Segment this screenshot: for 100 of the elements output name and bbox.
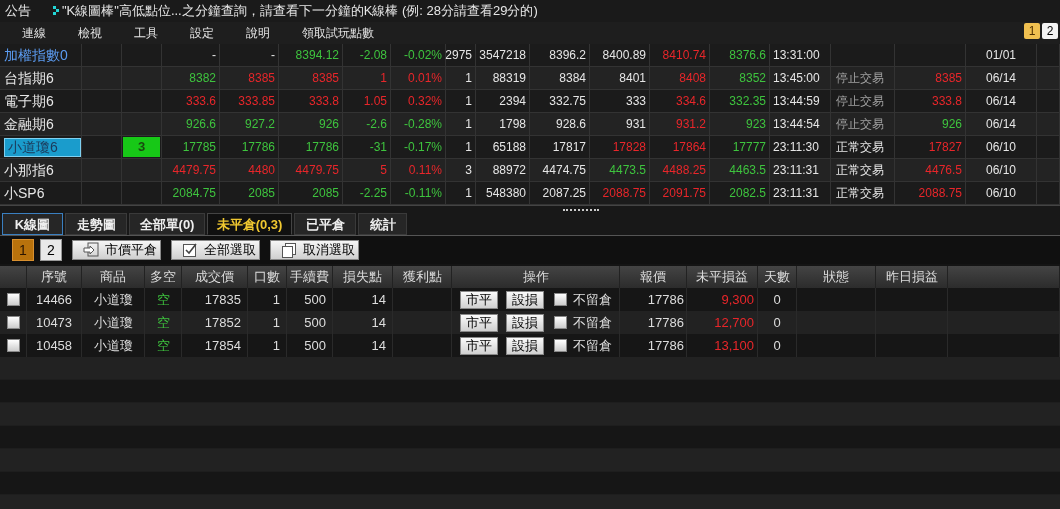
quote-value: 06/10 — [985, 162, 1016, 179]
tab[interactable]: 統計 — [358, 213, 407, 235]
menu-item[interactable]: 工具 — [134, 24, 158, 42]
row-checkbox[interactable] — [6, 316, 20, 329]
quantity: 1 — [272, 336, 280, 355]
quote-value: 06/14 — [985, 116, 1016, 133]
quote-value: 8385 — [935, 70, 962, 87]
market-close-button[interactable]: 市平 — [460, 290, 498, 309]
no-overnight-checkbox[interactable] — [554, 293, 567, 306]
product-name[interactable]: 金融期6 — [4, 113, 54, 135]
checkbox-label: 不留倉 — [573, 336, 612, 355]
quote-value: 正常交易 — [836, 139, 884, 156]
product-name[interactable]: 電子期6 — [4, 90, 54, 112]
quote-value: 1798 — [499, 116, 526, 133]
quote-value: 17828 — [612, 139, 646, 156]
menu-item[interactable]: 檢視 — [78, 24, 102, 42]
quote-value: 2975 — [445, 47, 472, 64]
no-overnight-checkbox[interactable] — [554, 339, 567, 352]
row-checkbox[interactable] — [6, 339, 20, 352]
trade-price: 17852 — [204, 313, 241, 332]
product-name[interactable]: 加權指數0 — [4, 44, 68, 66]
page-button[interactable]: 1 — [12, 239, 34, 261]
column-header: 損失點 — [333, 266, 393, 288]
quote-value: 926.6 — [185, 116, 216, 133]
quote-value: 333.85 — [238, 93, 275, 110]
quote-value: -0.17% — [403, 139, 442, 156]
quote-value: 927.2 — [244, 116, 275, 133]
quote-value: 333.8 — [308, 93, 339, 110]
page-button[interactable]: 2 — [1042, 23, 1058, 39]
quote-value: 2085 — [312, 185, 339, 202]
toolbar-button[interactable]: 全部選取 — [171, 240, 260, 260]
set-stop-button[interactable]: 設損 — [506, 336, 544, 355]
quote-value: 5 — [380, 162, 387, 179]
quote-value: 06/14 — [985, 70, 1016, 87]
unrealized-pnl: 9,300 — [721, 290, 754, 309]
quote-value: 17817 — [552, 139, 586, 156]
menu-item[interactable]: 連線 — [22, 24, 46, 42]
copy-icon — [281, 242, 297, 258]
quote-value: 13:45:00 — [773, 70, 820, 87]
market-close-button[interactable]: 市平 — [460, 313, 498, 332]
quote-value: 01/01 — [985, 47, 1016, 64]
toolbar-button[interactable]: 市價平倉 — [72, 240, 161, 260]
quote-value: 4474.75 — [542, 162, 586, 179]
quote-value: 1 — [465, 185, 472, 202]
quote-value: -2.25 — [359, 185, 387, 202]
quote-value: 2084.75 — [172, 185, 216, 202]
checkbox-icon — [182, 242, 198, 258]
column-header: 報價 — [620, 266, 687, 288]
quote-value: 停止交易 — [836, 116, 884, 133]
column-header: 手續費 — [287, 266, 333, 288]
quote-value: 4476.5 — [925, 162, 962, 179]
quote-value: - — [271, 47, 275, 64]
quote-value: 548380 — [485, 185, 526, 202]
announcement-text: "K線圖棒"高低點位...之分鐘查詢，請查看下一分鐘的K線棒 (例: 28分請查看29分的) — [62, 2, 538, 21]
quote-value: 8400.89 — [602, 47, 646, 64]
tab[interactable]: 走勢圖 — [65, 213, 127, 235]
quantity: 1 — [272, 290, 280, 309]
row-checkbox[interactable] — [6, 293, 20, 306]
export-icon — [83, 242, 99, 258]
tab[interactable]: 已平倉 — [294, 213, 356, 235]
quote-value: 8410.74 — [662, 47, 706, 64]
quote-value: 停止交易 — [836, 70, 884, 87]
product-name[interactable]: 小SP6 — [4, 182, 45, 204]
menu-item[interactable]: 說明 — [246, 24, 270, 42]
product-name[interactable]: 小那指6 — [4, 159, 54, 181]
market-close-button[interactable]: 市平 — [460, 336, 498, 355]
quote-value: 23:11:31 — [773, 162, 819, 179]
quote-value: 1 — [380, 70, 387, 87]
quote-value: -0.28% — [403, 116, 442, 133]
quote-value: 23:11:30 — [773, 139, 819, 156]
days-count: 0 — [773, 313, 781, 332]
menu-item[interactable]: 領取試玩點數 — [302, 24, 374, 42]
tab[interactable]: K線圖 — [2, 213, 63, 235]
quote-value: 2085 — [248, 185, 275, 202]
trade-price: 17854 — [204, 336, 241, 355]
column-header: 天數 — [758, 266, 797, 288]
quote-price: 17786 — [647, 336, 684, 355]
page-button[interactable]: 2 — [40, 239, 62, 261]
product-name[interactable]: 台指期6 — [4, 67, 54, 89]
quote-value: 4463.5 — [729, 162, 766, 179]
menu-item[interactable]: 設定 — [190, 24, 214, 42]
no-overnight-checkbox[interactable] — [554, 316, 567, 329]
splitter-grip-icon[interactable] — [563, 208, 599, 211]
quote-value: -31 — [369, 139, 387, 156]
days-count: 0 — [773, 290, 781, 309]
product-name[interactable]: 小道瓊6 — [4, 137, 81, 157]
tab[interactable]: 全部單(0) — [129, 213, 205, 235]
tab[interactable]: 未平倉(0,3) — [207, 213, 292, 235]
set-stop-button[interactable]: 設損 — [506, 313, 544, 332]
quote-value: 06/10 — [985, 185, 1016, 202]
quote-value: 06/14 — [985, 93, 1016, 110]
quote-value: 332.35 — [729, 93, 766, 110]
quote-value: 3547218 — [479, 47, 526, 64]
quote-value: 65188 — [492, 139, 526, 156]
quote-value: 4488.25 — [662, 162, 706, 179]
page-button[interactable]: 1 — [1024, 23, 1040, 39]
toolbar-button[interactable]: 取消選取 — [270, 240, 359, 260]
set-stop-button[interactable]: 設損 — [506, 290, 544, 309]
quote-value: 4479.75 — [295, 162, 339, 179]
quote-value: 23:11:31 — [773, 185, 819, 202]
